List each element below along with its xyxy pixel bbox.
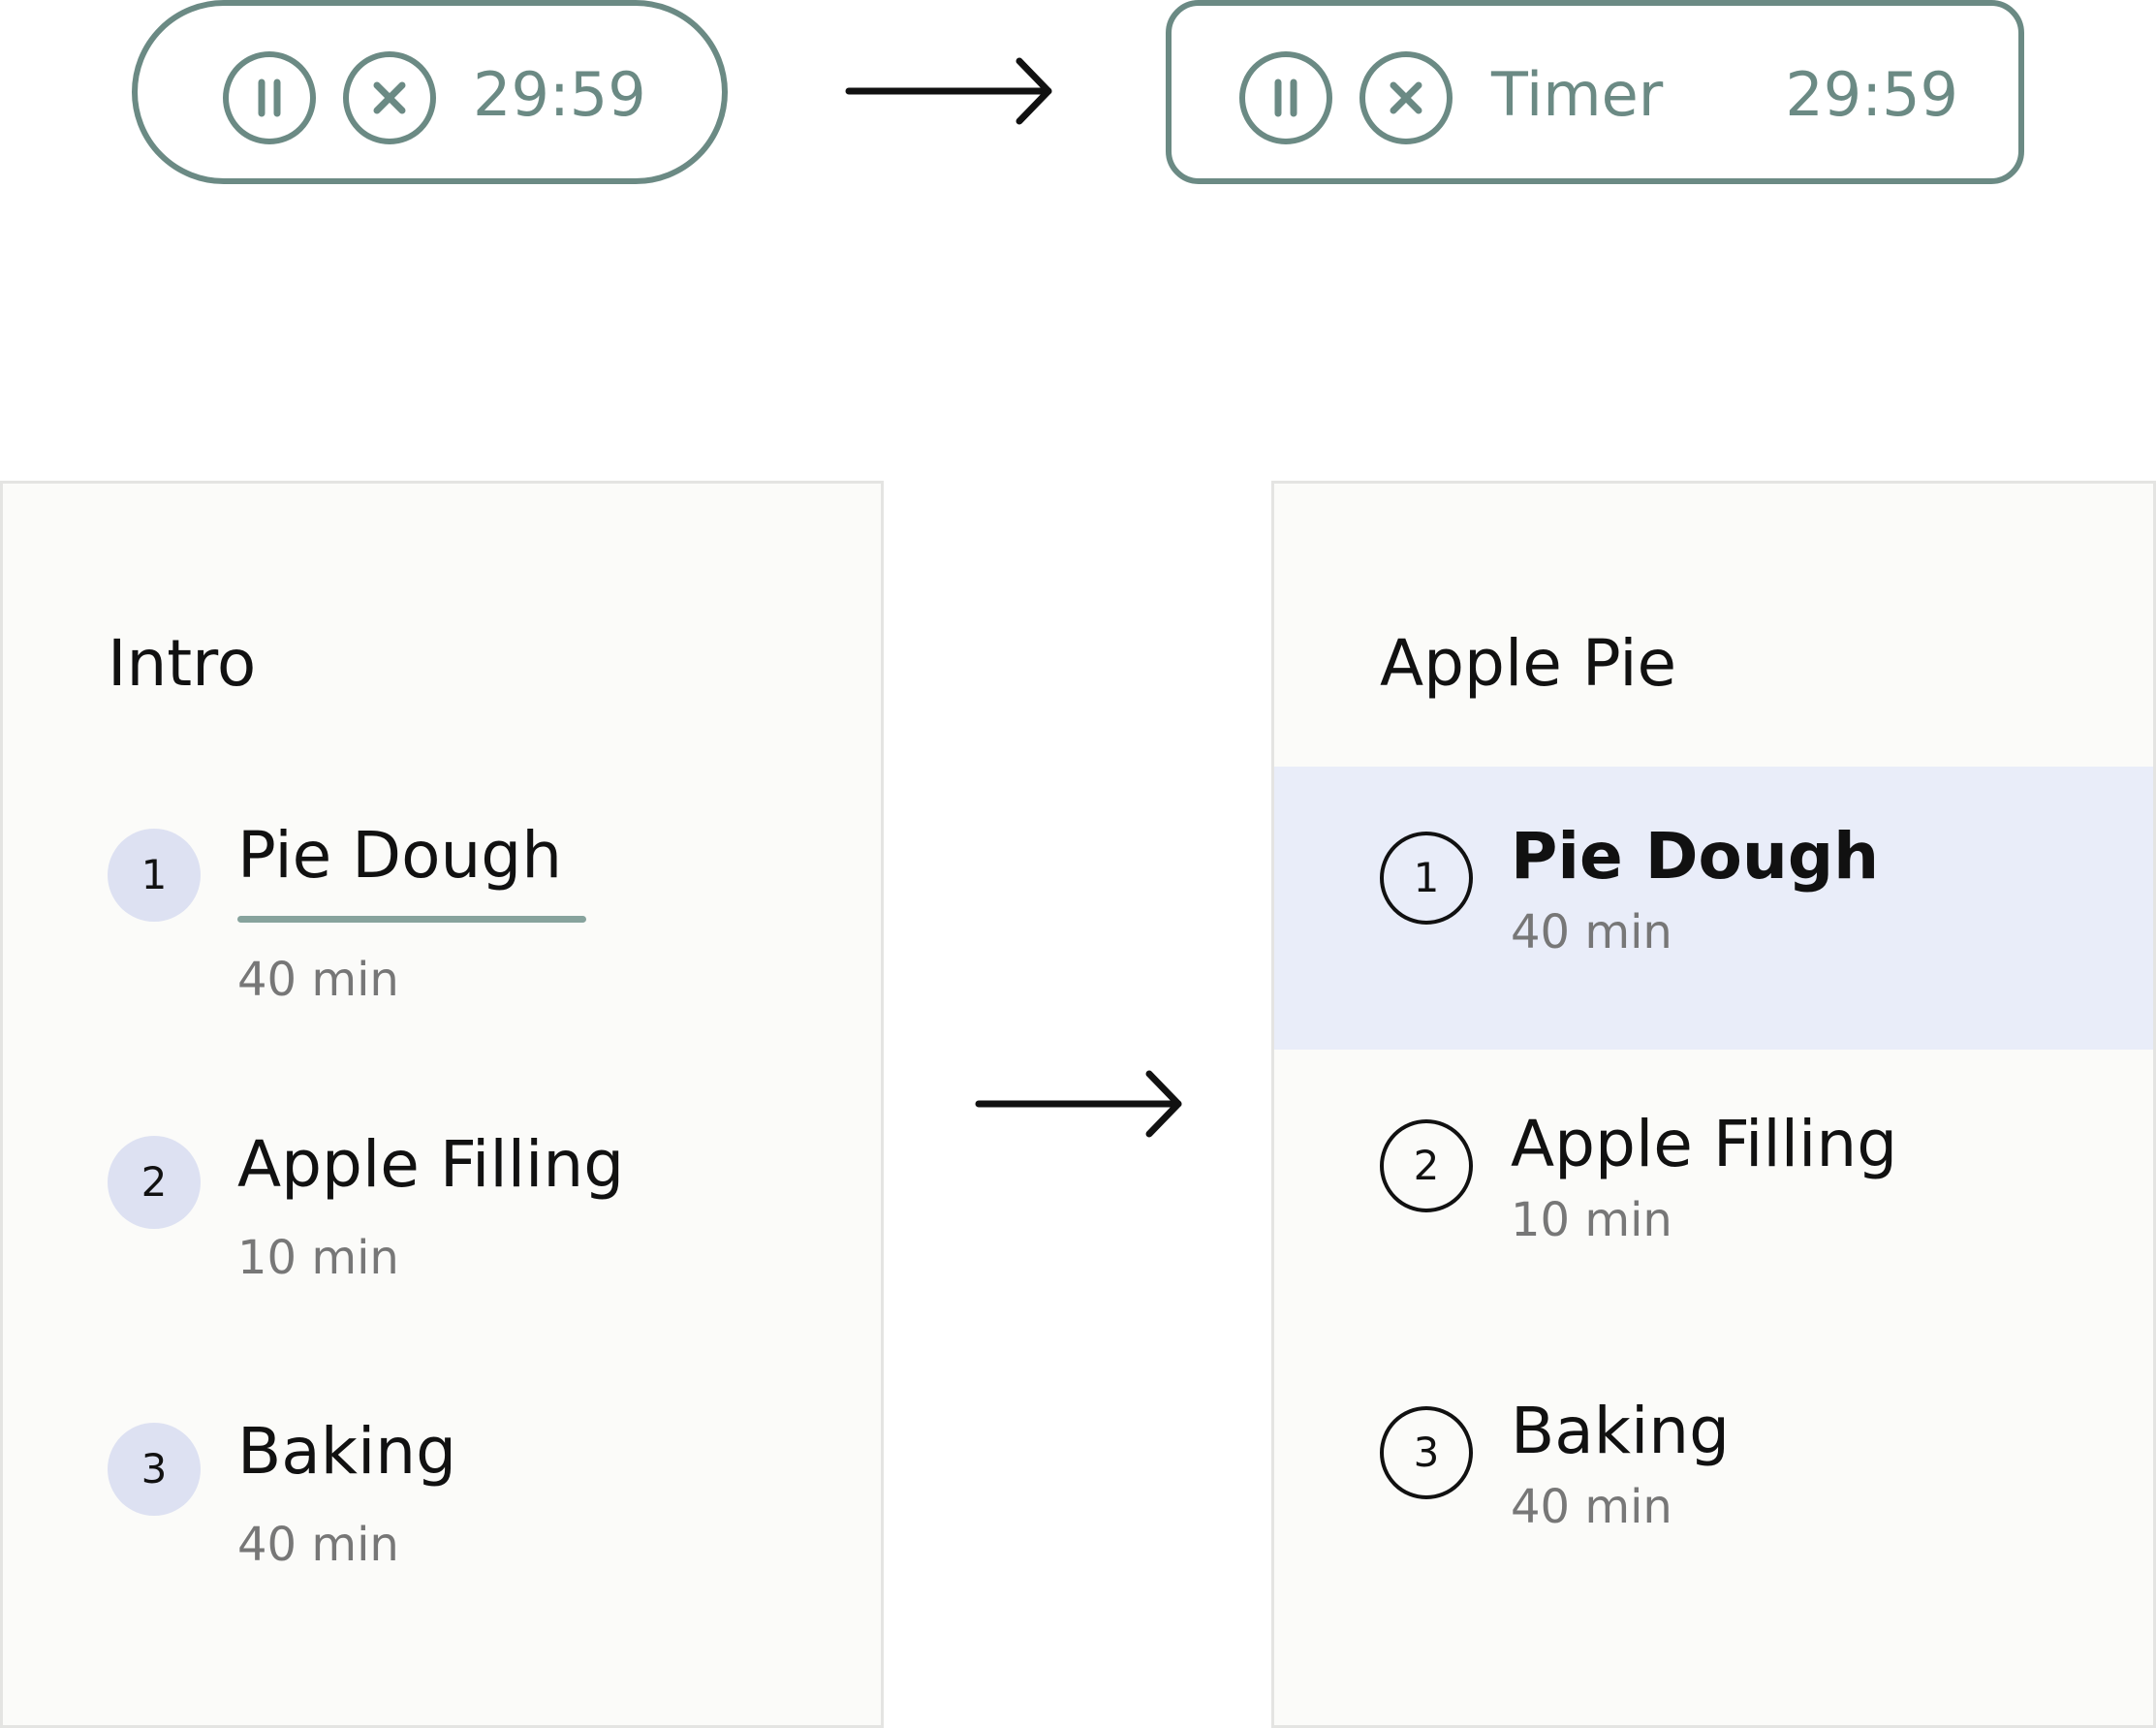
timer-label: Timer xyxy=(1491,59,1664,130)
arrow-right-icon xyxy=(845,57,1052,125)
step-duration: 40 min xyxy=(237,953,399,1007)
timer-pill-compact: 29:59 xyxy=(132,0,728,184)
step-item-pie-dough[interactable]: 1 Pie Dough 40 min xyxy=(1274,819,2153,1045)
recipe-panel-before: Intro 1 Pie Dough 40 min 2 Apple Filling… xyxy=(0,481,884,1728)
stop-timer-button[interactable] xyxy=(343,51,436,144)
step-duration: 10 min xyxy=(237,1231,399,1285)
panel-title: Apple Pie xyxy=(1380,626,1677,701)
step-item-apple-filling[interactable]: 2 Apple Filling 10 min xyxy=(1274,1107,2153,1333)
stop-timer-button[interactable] xyxy=(1359,51,1453,144)
step-title: Baking xyxy=(237,1414,457,1489)
step-number-badge: 1 xyxy=(108,829,201,922)
step-duration: 40 min xyxy=(1511,1480,1672,1534)
step-duration: 10 min xyxy=(1511,1193,1672,1247)
step-title: Apple Filling xyxy=(237,1127,625,1202)
timer-countdown: 29:59 xyxy=(473,59,646,130)
step-number-badge: 3 xyxy=(1380,1406,1473,1499)
panel-title: Intro xyxy=(108,626,257,701)
recipe-panel-after: Apple Pie 1 Pie Dough 40 min 2 Apple Fil… xyxy=(1271,481,2156,1728)
close-icon xyxy=(1390,81,1422,114)
step-title: Pie Dough xyxy=(237,818,563,893)
pause-button[interactable] xyxy=(223,51,316,144)
timer-countdown: 29:59 xyxy=(1785,59,1958,130)
arrow-right-icon xyxy=(975,1070,1182,1138)
step-number-badge: 1 xyxy=(1380,832,1473,925)
step-duration: 40 min xyxy=(237,1518,399,1572)
step-item-apple-filling[interactable]: 2 Apple Filling 10 min xyxy=(3,1127,881,1349)
step-item-baking[interactable]: 3 Baking 40 min xyxy=(1274,1394,2153,1619)
step-title: Apple Filling xyxy=(1511,1107,1898,1181)
step-duration: 40 min xyxy=(1511,905,1672,959)
step-number-badge: 2 xyxy=(1380,1119,1473,1212)
close-icon xyxy=(373,81,406,114)
step-item-pie-dough[interactable]: 1 Pie Dough 40 min xyxy=(3,818,881,1042)
step-item-baking[interactable]: 3 Baking 40 min xyxy=(3,1414,881,1636)
pause-button[interactable] xyxy=(1239,51,1332,144)
step-title: Pie Dough xyxy=(1511,819,1880,894)
pause-icon xyxy=(1274,79,1297,117)
step-number-badge: 3 xyxy=(108,1423,201,1516)
current-step-underline xyxy=(237,916,586,923)
step-title: Baking xyxy=(1511,1394,1731,1468)
step-number-badge: 2 xyxy=(108,1136,201,1229)
timer-bar-expanded: Timer 29:59 xyxy=(1166,0,2024,184)
pause-icon xyxy=(258,79,281,117)
